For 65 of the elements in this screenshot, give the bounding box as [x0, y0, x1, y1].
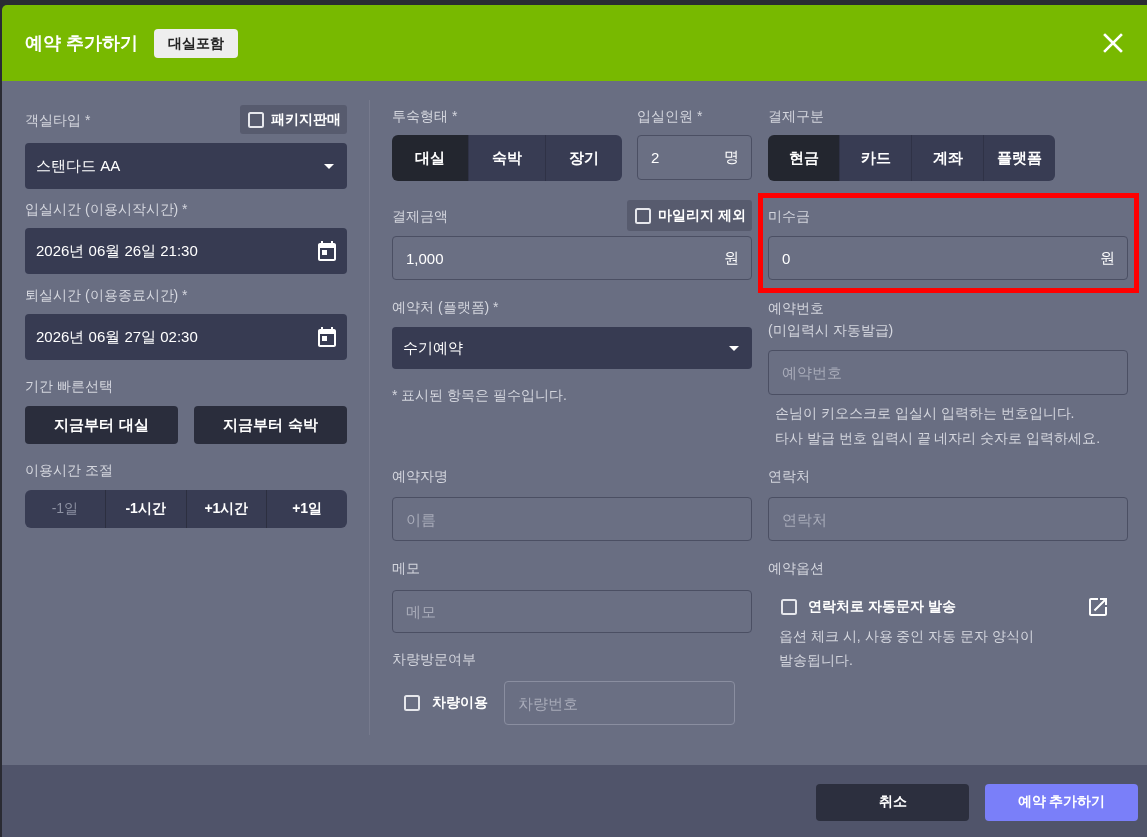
- footer-button[interactable]: 취소: [816, 783, 969, 821]
- field-label: 예약번호: [768, 299, 824, 318]
- checkbox[interactable]: [248, 111, 264, 128]
- unit-label: 명: [724, 148, 739, 167]
- memo-input[interactable]: 메모: [392, 590, 752, 633]
- field-label: 예약자명: [392, 467, 448, 486]
- field-label: 연락처: [768, 467, 810, 486]
- checkbox[interactable]: [635, 207, 652, 224]
- check-out-date-field[interactable]: 2026년 06월 27일 02:30: [25, 314, 347, 360]
- stay-type-tab[interactable]: 장기: [545, 135, 622, 181]
- time-adjust-button[interactable]: +1일: [266, 490, 347, 528]
- guest-name-input[interactable]: 이름: [392, 497, 752, 541]
- field-label: 이용시간 조절: [25, 461, 113, 480]
- field-sublabel: (미입력시 자동발급): [768, 321, 894, 340]
- field-label: 투숙형태 *: [392, 107, 458, 126]
- calendar-icon[interactable]: [318, 327, 336, 347]
- platform-select[interactable]: 수기예약: [392, 327, 752, 369]
- stay-type-tab[interactable]: 대실: [392, 135, 468, 181]
- help-text: 손님이 키오스크로 입실시 입력하는 번호입니다.: [775, 404, 1076, 423]
- time-adjust-button[interactable]: +1시간: [185, 490, 267, 528]
- checkbox-label[interactable]: 연락처로 자동문자 발송: [808, 598, 956, 616]
- field-label: 입실시간 (이용시작시간) *: [25, 200, 188, 219]
- unit-label: 원: [1100, 248, 1115, 268]
- unpaid-amount-field[interactable]: 0 원: [768, 236, 1128, 280]
- field-label: 기간 빠른선택: [25, 377, 113, 396]
- payment-method-tab[interactable]: 카드: [839, 135, 911, 181]
- checkbox-label[interactable]: 차량이용: [432, 694, 488, 712]
- field-label: 미수금: [768, 206, 810, 226]
- room-type-select[interactable]: 스탠다드 AA: [25, 143, 347, 189]
- field-label: 메모: [392, 559, 420, 578]
- field-label: 차량방문여부: [392, 650, 476, 669]
- field-label: 예약처 (플랫폼) *: [392, 298, 499, 317]
- room-included-badge: 대실포함: [154, 28, 238, 58]
- check-in-date-field[interactable]: 2026년 06월 26일 21:30: [25, 228, 347, 274]
- checkbox[interactable]: [404, 695, 420, 711]
- field-label: 퇴실시간 (이용종료시간) *: [25, 286, 188, 305]
- reservation-number-input[interactable]: 예약번호: [768, 350, 1128, 395]
- stay-type-tab[interactable]: 숙박: [468, 135, 545, 181]
- field-label: 결제금액: [392, 206, 448, 226]
- help-text: 타사 발급 번호 입력시 끝 네자리 숫자로 입력하세요.: [775, 429, 1102, 448]
- unit-label: 원: [724, 248, 739, 268]
- field-label: 예약옵션: [768, 559, 824, 578]
- required-note: * 표시된 항목은 필수입니다.: [392, 386, 567, 405]
- guest-count-field[interactable]: 2 명: [637, 135, 752, 180]
- time-adjust-button[interactable]: -1시간: [104, 490, 186, 528]
- field-label: 결제구분: [768, 107, 824, 126]
- external-link-icon[interactable]: [1089, 598, 1107, 616]
- contact-input[interactable]: 연락처: [768, 497, 1128, 541]
- vehicle-number-input[interactable]: 차량번호: [504, 681, 735, 725]
- package-sale-option[interactable]: 패키지판매: [240, 105, 347, 134]
- mileage-exclude-option[interactable]: 마일리지 제외: [627, 200, 752, 231]
- caret-down-icon: [324, 163, 334, 169]
- field-label: 객실타입 *: [25, 110, 91, 130]
- payment-method-tab[interactable]: 현금: [768, 135, 839, 181]
- checkbox[interactable]: [781, 599, 797, 615]
- caret-down-icon: [729, 345, 739, 351]
- field-label: 입실인원 *: [637, 107, 703, 126]
- payment-amount-field[interactable]: 1,000 원: [392, 236, 752, 280]
- payment-method-tab[interactable]: 플랫폼: [983, 135, 1055, 181]
- calendar-icon[interactable]: [318, 241, 336, 261]
- option-note: 옵션 체크 시, 사용 중인 자동 문자 양식이 발송됩니다.: [779, 627, 1036, 670]
- dialog-title: 예약 추가하기: [25, 32, 138, 55]
- quick-select-button[interactable]: 지금부터 대실: [25, 406, 178, 444]
- payment-method-tab[interactable]: 계좌: [911, 135, 983, 181]
- quick-select-button[interactable]: 지금부터 숙박: [194, 406, 347, 444]
